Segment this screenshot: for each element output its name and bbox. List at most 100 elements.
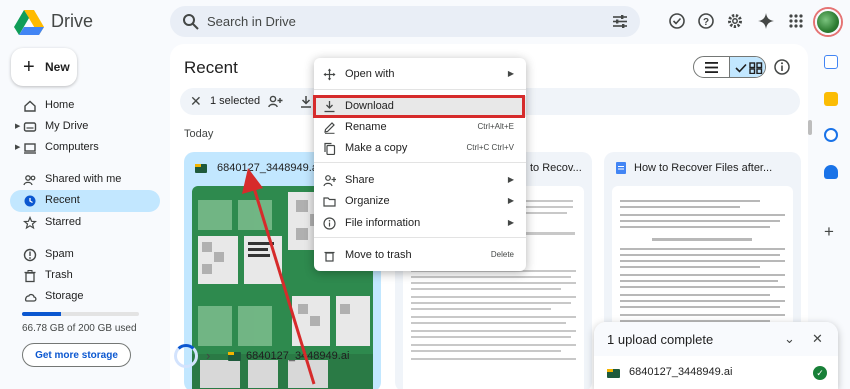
- close-icon[interactable]: ✕: [812, 331, 823, 347]
- menu-item-organize[interactable]: Organize ▶: [314, 191, 526, 212]
- trash-icon: [24, 270, 36, 283]
- sidebar-item-storage[interactable]: Storage: [10, 286, 160, 308]
- menu-item-make-a-copy[interactable]: Make a copy Ctrl+C Ctrl+V: [314, 138, 526, 159]
- details-info-icon[interactable]: [773, 58, 791, 76]
- home-icon: [24, 100, 36, 112]
- clock-icon: [24, 195, 36, 207]
- new-button[interactable]: + New: [11, 48, 77, 86]
- upload-spinner-icon: [174, 344, 198, 368]
- organize-icon: [323, 197, 336, 207]
- search-options-icon[interactable]: [612, 14, 628, 29]
- section-heading-today: Today: [184, 128, 214, 140]
- info-icon: [323, 217, 336, 230]
- menu-item-rename[interactable]: Rename Ctrl+Alt+E: [314, 117, 526, 138]
- sidebar-item-spam[interactable]: Spam: [10, 244, 160, 266]
- search-icon[interactable]: [182, 13, 199, 30]
- sidebar-item-my-drive[interactable]: ▶ My Drive: [10, 116, 160, 138]
- rename-icon: [324, 122, 335, 134]
- menu-item-label: Move to trash: [345, 249, 412, 261]
- file-card-name: 6840127_3448949.ai: [217, 162, 321, 174]
- sidebar-item-computers[interactable]: ▶ Computers: [10, 137, 160, 159]
- share-add-person-icon[interactable]: [268, 95, 283, 108]
- copy-icon: [324, 142, 336, 155]
- add-addon-plus-icon[interactable]: +: [824, 222, 834, 242]
- calendar-icon[interactable]: [824, 55, 838, 69]
- sidebar-item-label: My Drive: [45, 120, 89, 132]
- gemini-sparkle-icon[interactable]: [757, 12, 775, 30]
- sidebar-item-shared-with-me[interactable]: Shared with me: [10, 169, 160, 191]
- contacts-icon[interactable]: [824, 165, 838, 179]
- account-avatar[interactable]: [815, 9, 841, 35]
- ai-file-icon: [195, 164, 207, 173]
- help-icon[interactable]: ?: [697, 12, 715, 30]
- tasks-icon[interactable]: [824, 128, 838, 142]
- storage-usage-bar: [22, 312, 139, 316]
- svg-text:?: ?: [703, 17, 709, 28]
- menu-item-file-information[interactable]: File information ▶: [314, 213, 526, 234]
- chevron-right-icon[interactable]: ›: [206, 348, 210, 363]
- menu-separator: [314, 162, 526, 163]
- sidebar-item-starred[interactable]: Starred: [10, 212, 160, 234]
- download-toolbar-icon[interactable]: [300, 95, 312, 108]
- cloud-icon: [24, 293, 37, 302]
- list-view-icon[interactable]: [705, 62, 718, 73]
- get-more-storage-button[interactable]: Get more storage: [22, 343, 131, 367]
- grid-view-segment[interactable]: [729, 57, 765, 77]
- ai-file-icon: [228, 352, 241, 361]
- upload-panel-title: 1 upload complete: [607, 332, 714, 347]
- page-title: Recent: [184, 58, 238, 77]
- menu-item-label: Organize: [345, 195, 390, 207]
- doc-icon: [616, 162, 626, 174]
- new-button-label: New: [45, 60, 70, 74]
- app-name: Drive: [51, 11, 94, 31]
- sidebar-item-home[interactable]: Home: [10, 95, 160, 117]
- settings-gear-icon[interactable]: [726, 12, 744, 30]
- menu-item-shortcut: Delete: [490, 250, 514, 259]
- menu-item-label: File information: [345, 217, 421, 229]
- upload-file-row[interactable]: 6840127_3448949.ai ✓: [607, 366, 827, 382]
- submenu-arrow-icon: ▶: [507, 196, 514, 205]
- keep-icon[interactable]: [824, 92, 838, 106]
- grid-view-check-icon: [735, 62, 763, 74]
- sidebar-item-recent[interactable]: Recent: [10, 190, 160, 212]
- sidebar-item-label: Recent: [45, 194, 80, 206]
- drive-logo-icon[interactable]: [14, 9, 44, 35]
- download-highlight-box: [313, 95, 525, 118]
- sidebar-item-label: Storage: [45, 290, 84, 302]
- search-box[interactable]: Search in Drive: [170, 6, 640, 37]
- scrollbar-thumb[interactable]: [808, 120, 812, 135]
- sidebar-item-label: Starred: [45, 216, 82, 228]
- upload-progress-strip: › 6840127_3448949.ai: [170, 340, 590, 380]
- menu-item-shortcut: Ctrl+Alt+E: [477, 122, 514, 131]
- trash-icon: [324, 251, 335, 262]
- menu-item-move-to-trash[interactable]: Move to trash Delete: [314, 245, 526, 266]
- menu-item-label: Open with: [345, 68, 395, 80]
- view-toggle[interactable]: [693, 56, 766, 78]
- upload-panel-header: 1 upload complete ⌄ ✕: [594, 322, 838, 356]
- offline-ready-icon[interactable]: [668, 12, 686, 30]
- sidebar-item-label: Computers: [45, 141, 99, 153]
- menu-item-open-with[interactable]: Open with ▶: [314, 64, 526, 85]
- menu-separator: [314, 237, 526, 238]
- search-input[interactable]: Search in Drive: [207, 14, 296, 29]
- selection-count: 1 selected: [210, 95, 261, 107]
- shared-icon: [23, 175, 36, 186]
- my-drive-icon: [23, 122, 37, 132]
- menu-item-share[interactable]: Share ▶: [314, 170, 526, 191]
- sidebar-item-label: Home: [45, 99, 75, 111]
- menu-separator: [314, 89, 526, 90]
- expand-caret-icon[interactable]: ▶: [15, 122, 20, 130]
- collapse-chevron-icon[interactable]: ⌄: [784, 331, 795, 347]
- get-more-storage-label: Get more storage: [35, 350, 118, 361]
- submenu-arrow-icon: ▶: [507, 218, 514, 227]
- sidebar-item-trash[interactable]: Trash: [10, 265, 160, 287]
- expand-caret-icon[interactable]: ▶: [15, 143, 20, 151]
- uploaded-file-name: 6840127_3448949.ai: [629, 366, 733, 378]
- file-card-name: How to Recover Files after...: [634, 162, 773, 174]
- top-bar: Drive Search in Drive ?: [0, 0, 850, 44]
- apps-grid-icon[interactable]: [787, 12, 805, 30]
- sidebar-item-label: Shared with me: [45, 173, 122, 185]
- clear-selection-close-icon[interactable]: ✕: [190, 93, 202, 110]
- submenu-arrow-icon: ▶: [507, 69, 514, 78]
- share-icon: [323, 175, 336, 187]
